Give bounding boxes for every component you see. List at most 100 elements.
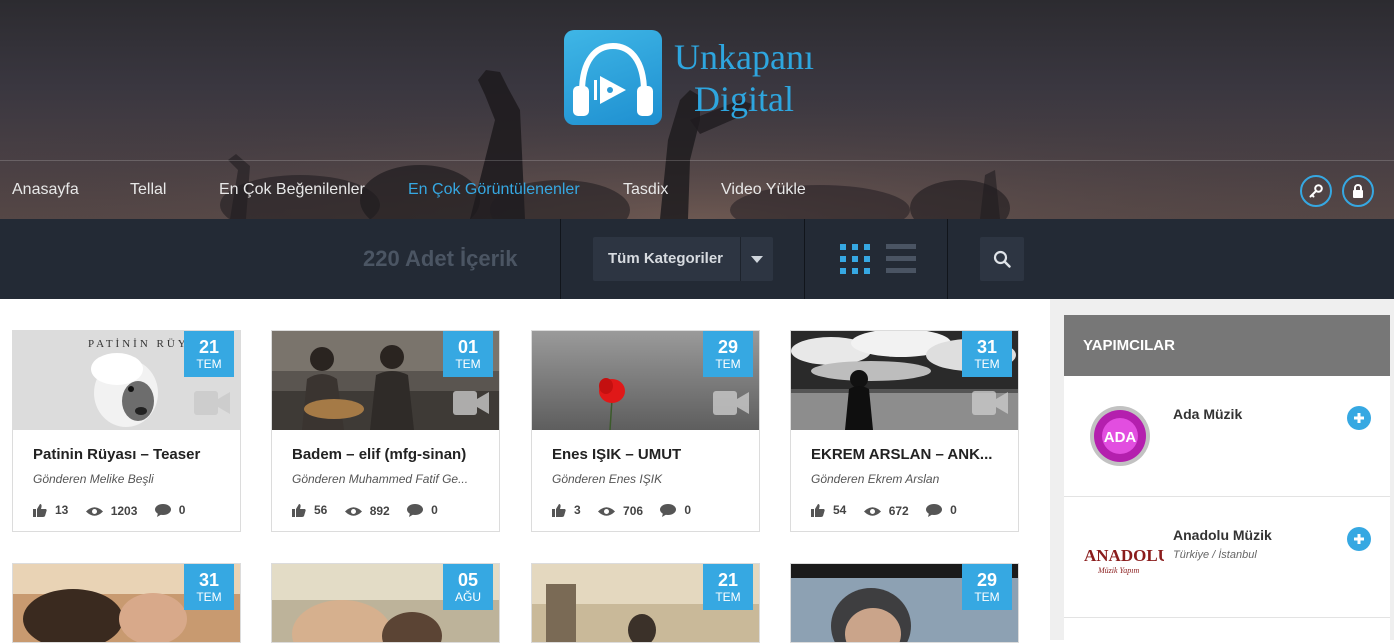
ada-logo-text: ADA [1104, 429, 1137, 446]
eye-icon [344, 506, 362, 516]
category-select[interactable]: Tüm Kategoriler [593, 237, 773, 281]
view-count: 1203 [110, 504, 138, 518]
thumbs-up-icon [292, 503, 306, 517]
video-title[interactable]: Enes IŞIK – UMUT [552, 446, 742, 463]
date-day: 31 [976, 337, 998, 357]
producer-name[interactable]: Ada Müzik [1173, 406, 1242, 422]
video-stats: 54 672 0 [811, 503, 971, 521]
video-card[interactable]: 05 AĞU [271, 563, 500, 643]
date-month: TEM [974, 357, 1000, 371]
date-day: 05 [457, 570, 479, 590]
divider [947, 219, 948, 299]
comment-count: 0 [684, 503, 692, 517]
video-stats: 3 706 0 [552, 503, 705, 521]
date-badge: 31 TEM [962, 331, 1012, 377]
video-thumbnail[interactable]: 01 TEM [272, 331, 499, 430]
comment-count: 0 [178, 503, 186, 517]
video-sender[interactable]: Gönderen Melike Beşli [33, 472, 223, 486]
divider [804, 219, 805, 299]
date-month: TEM [974, 590, 1000, 604]
video-card[interactable]: PATİNİN RÜYASI 21 TEM Patinin Rüyası – T… [12, 330, 241, 532]
grid-view-button[interactable] [839, 243, 871, 275]
video-stats: 56 892 0 [292, 503, 452, 521]
date-badge: 21 TEM [703, 564, 753, 610]
video-title[interactable]: Patinin Rüyası – Teaser [33, 446, 223, 463]
video-title[interactable]: EKREM ARSLAN – ANK... [811, 446, 1001, 463]
follow-producer-button[interactable] [1347, 406, 1371, 430]
video-card[interactable]: 31 TEM EKREM ARSLAN – ANK... Gönderen Ek… [790, 330, 1019, 532]
date-badge: 29 TEM [703, 331, 753, 377]
producer-item[interactable]: ADA Ada Müzik [1064, 376, 1390, 497]
video-sender[interactable]: Gönderen Muhammed Fatif Ge... [292, 472, 482, 486]
video-thumbnail[interactable]: 29 TEM [532, 331, 759, 430]
list-view-icon [886, 244, 916, 273]
video-stats: 13 1203 0 [33, 503, 199, 521]
video-card[interactable]: 31 TEM [12, 563, 241, 643]
headphones-logo-icon [564, 30, 662, 125]
login-button[interactable] [1300, 175, 1332, 207]
comment-count: 0 [431, 503, 438, 517]
comment-count: 0 [950, 503, 957, 517]
date-month: TEM [196, 357, 222, 371]
main-nav: Anasayfa Tellal En Çok Beğenilenler En Ç… [0, 161, 1394, 219]
nav-item-tasdix[interactable]: Tasdix [623, 161, 668, 219]
plus-icon [1354, 413, 1364, 423]
producer-item[interactable]: ANADOLU Müzik Yapım Anadolu Müzik Türkiy… [1064, 497, 1390, 618]
date-day: 31 [198, 570, 220, 590]
grid-view-icon [840, 244, 870, 274]
video-card[interactable]: 29 TEM [790, 563, 1019, 643]
follow-producer-button[interactable] [1347, 527, 1371, 551]
date-month: AĞU [454, 590, 481, 604]
header-hero: Unkapanı Digital Anasayfa Tellal En Çok … [0, 0, 1394, 219]
date-day: 29 [976, 570, 998, 590]
like-count: 56 [314, 503, 328, 517]
video-sender[interactable]: Gönderen Enes IŞIK [552, 472, 742, 486]
filter-bar: 220 Adet İçerik Tüm Kategoriler [0, 219, 1394, 299]
video-thumbnail[interactable]: 05 AĞU [272, 564, 499, 642]
site-logo[interactable]: Unkapanı Digital [564, 30, 824, 126]
nav-item-en-cok-begenilenler[interactable]: En Çok Beğenilenler [219, 161, 365, 219]
date-badge: 31 TEM [184, 564, 234, 610]
nav-item-en-cok-goruntulenenler[interactable]: En Çok Görüntülenenler [408, 161, 580, 219]
video-card[interactable]: 21 TEM [531, 563, 760, 643]
producer-name[interactable]: Anadolu Müzik [1173, 527, 1272, 543]
like-count: 13 [55, 503, 69, 517]
key-icon [1309, 184, 1323, 198]
producer-location: Türkiye / İstanbul [1173, 549, 1257, 561]
video-thumbnail[interactable]: 21 TEM [532, 564, 759, 642]
nav-item-video-yukle[interactable]: Video Yükle [721, 161, 806, 219]
nav-item-anasayfa[interactable]: Anasayfa [12, 161, 79, 219]
video-thumbnail[interactable]: 31 TEM [791, 331, 1018, 430]
anadolu-logo-text: ANADOLU [1084, 546, 1164, 565]
register-button[interactable] [1342, 175, 1374, 207]
video-thumbnail[interactable]: 29 TEM [791, 564, 1018, 642]
date-day: 01 [457, 337, 479, 357]
video-sender[interactable]: Gönderen Ekrem Arslan [811, 472, 1001, 486]
search-button[interactable] [980, 237, 1024, 281]
ada-muzik-logo[interactable]: ADA [1084, 404, 1156, 468]
brand-line1: Unkapanı [674, 37, 814, 77]
comment-icon [154, 503, 171, 517]
comment-icon [660, 503, 677, 517]
video-camera-icon [713, 391, 749, 415]
view-count: 892 [369, 504, 390, 518]
video-card[interactable]: 29 TEM Enes IŞIK – UMUT Gönderen Enes IŞ… [531, 330, 760, 532]
video-thumbnail[interactable]: 31 TEM [13, 564, 240, 642]
nav-item-tellal[interactable]: Tellal [130, 161, 166, 219]
video-title[interactable]: Badem – elif (mfg-sinan) [292, 446, 482, 463]
search-icon [993, 250, 1011, 268]
thumbs-up-icon [811, 503, 825, 517]
date-badge: 05 AĞU [443, 564, 493, 610]
like-count: 54 [833, 503, 847, 517]
anadolu-muzik-logo[interactable]: ANADOLU Müzik Yapım [1084, 525, 1164, 589]
eye-icon [85, 506, 103, 516]
date-month: TEM [455, 357, 481, 371]
list-view-button[interactable] [885, 243, 917, 275]
video-camera-icon [453, 391, 489, 415]
date-day: 21 [717, 570, 739, 590]
video-thumbnail[interactable]: PATİNİN RÜYASI 21 TEM [13, 331, 240, 430]
like-count: 3 [574, 503, 581, 517]
date-badge: 01 TEM [443, 331, 493, 377]
date-day: 21 [198, 337, 220, 357]
video-card[interactable]: 01 TEM Badem – elif (mfg-sinan) Gönderen… [271, 330, 500, 532]
